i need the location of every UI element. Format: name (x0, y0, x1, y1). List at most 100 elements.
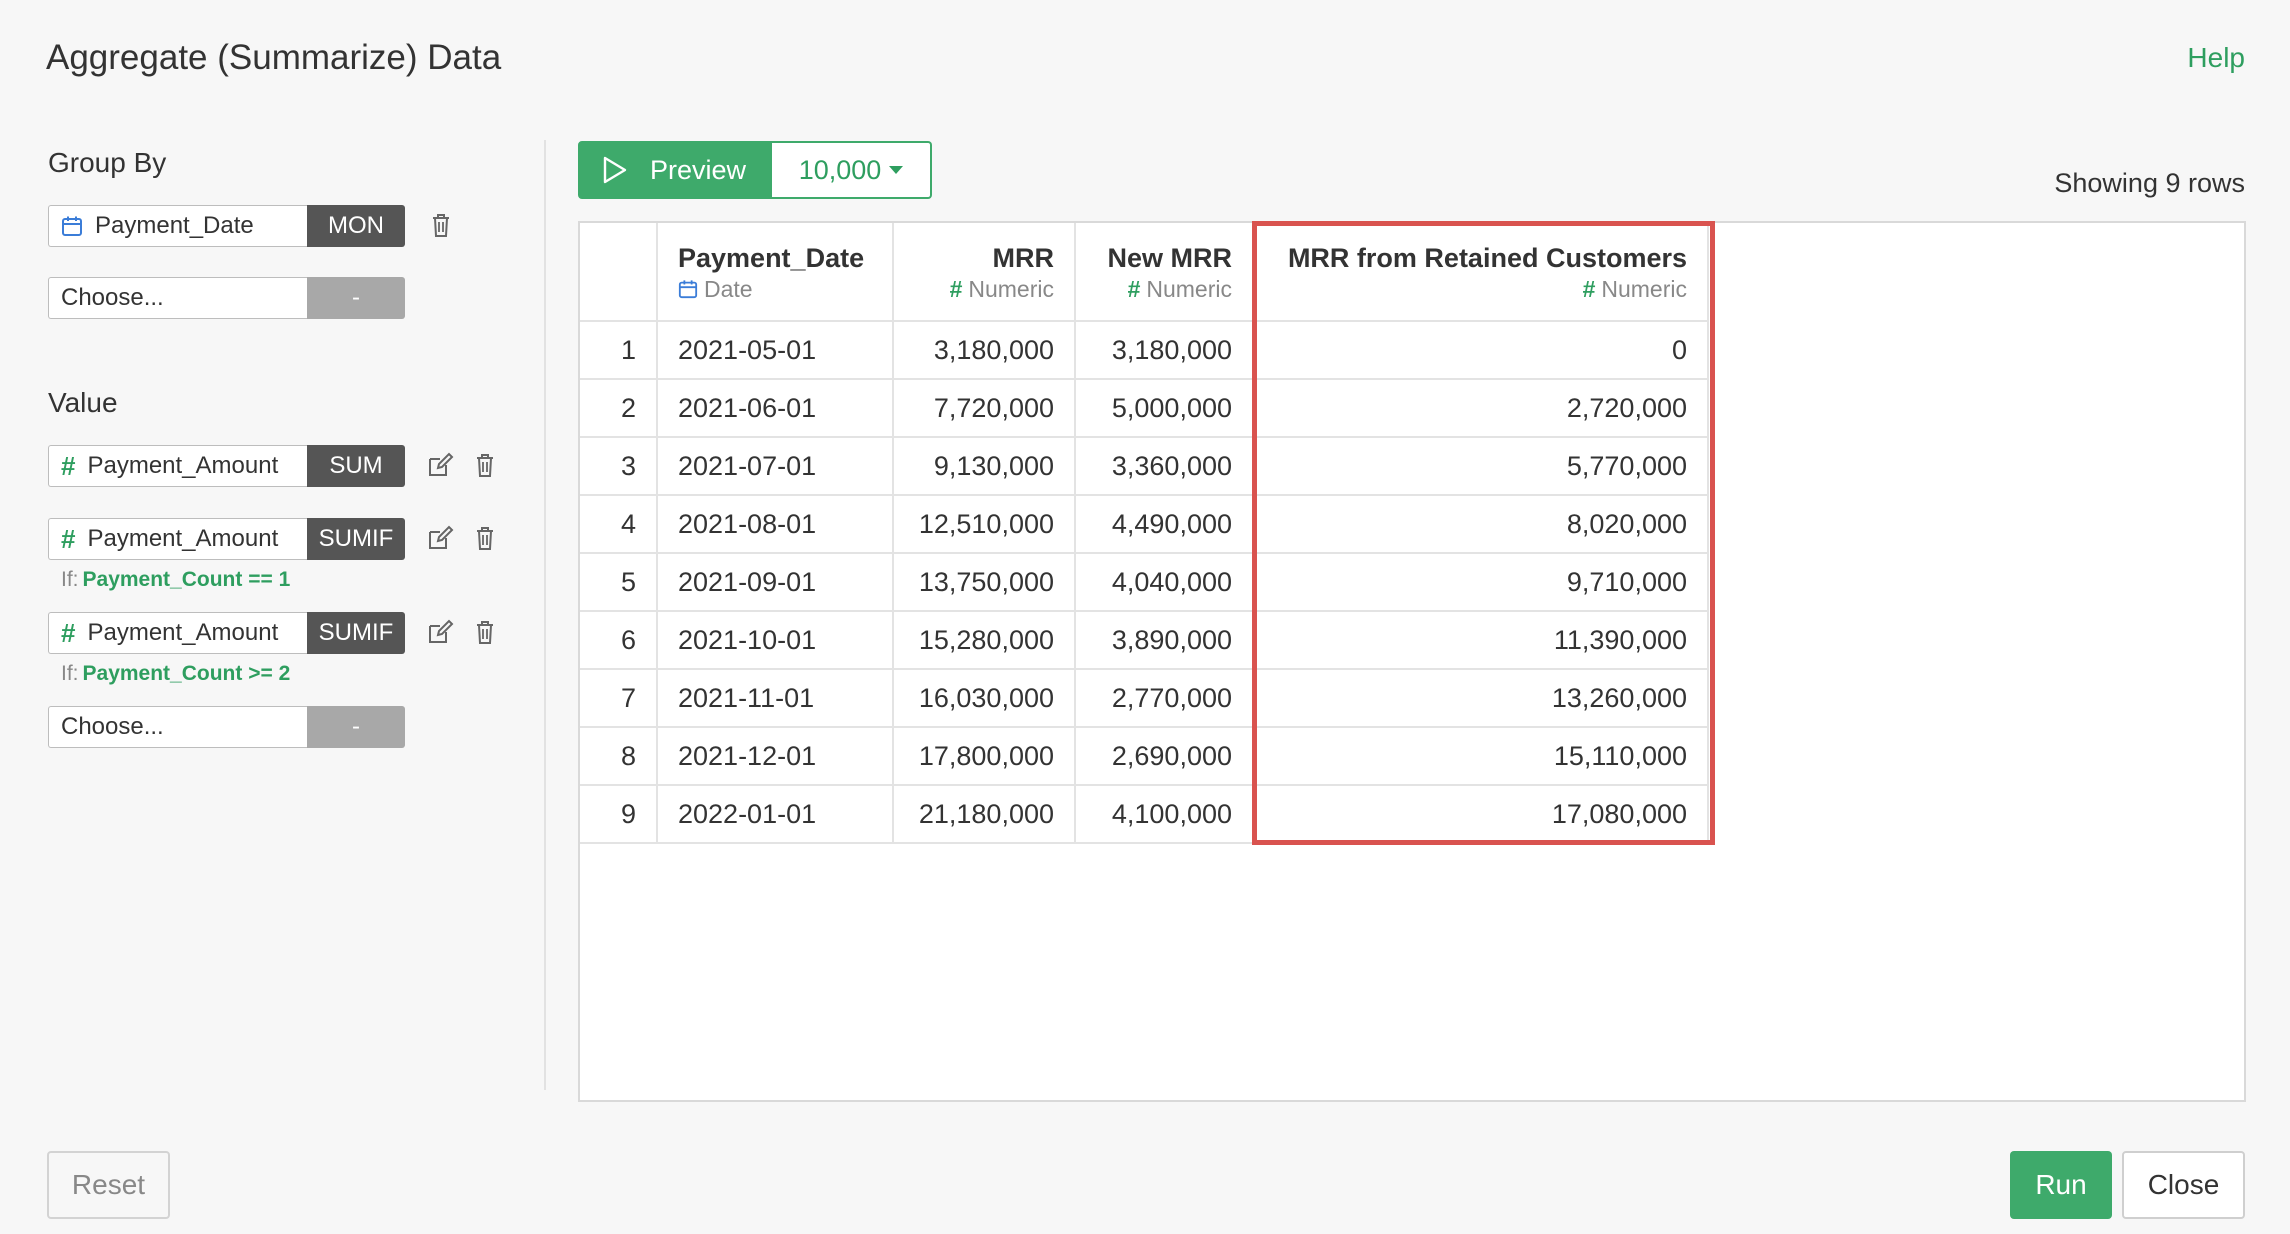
table-row: 6 2021-10-01 15,280,000 3,890,000 11,390,000 (580, 611, 1709, 670)
column-type: # Numeric (914, 275, 1054, 303)
row-number: 6 (580, 611, 658, 670)
value-field[interactable]: # Payment_Amount (48, 612, 307, 654)
pane-divider (544, 140, 546, 1090)
table-cell: 3,180,000 (1075, 321, 1254, 380)
value-field-row[interactable]: # Payment_Amount SUM (48, 445, 405, 487)
table-cell: 15,280,000 (893, 611, 1076, 670)
value-field-row[interactable]: # Payment_Amount SUMIF (48, 518, 405, 560)
value-field[interactable]: # Payment_Amount (48, 518, 307, 560)
table-cell: 7,720,000 (893, 379, 1076, 438)
table-cell: 9,130,000 (893, 437, 1076, 496)
table-cell: 17,800,000 (893, 727, 1076, 786)
group-by-label: Group By (48, 147, 167, 178)
group-by-choose-row[interactable]: Choose... - (48, 277, 405, 319)
play-icon (602, 156, 628, 184)
table-cell: 5,000,000 (1075, 379, 1254, 438)
table-cell: 3,360,000 (1075, 437, 1254, 496)
trash-icon[interactable] (469, 449, 501, 481)
group-by-field-row[interactable]: Payment_Date MON (48, 205, 405, 247)
table-cell: 5,770,000 (1253, 437, 1709, 496)
edit-icon[interactable] (424, 616, 456, 648)
table-cell: 4,100,000 (1075, 785, 1254, 844)
run-button[interactable]: Run (2010, 1151, 2112, 1219)
row-number-header (580, 223, 658, 322)
table-cell: 21,180,000 (893, 785, 1076, 844)
value-condition: If: Payment_Count == 1 (61, 568, 290, 592)
trash-icon[interactable] (425, 209, 457, 241)
table-cell: 8,020,000 (1253, 495, 1709, 554)
table-cell: 11,390,000 (1253, 611, 1709, 670)
column-type-label: Numeric (968, 275, 1054, 302)
table-cell: 15,110,000 (1253, 727, 1709, 786)
column-header[interactable]: New MRR # Numeric (1075, 223, 1254, 322)
preview-grid[interactable]: Payment_Date Date MRR # Numeric New MRR … (578, 221, 2246, 1102)
condition-prefix: If: (61, 568, 79, 591)
condition-prefix: If: (61, 662, 79, 685)
value-choose-placeholder: Choose... (61, 713, 164, 740)
close-button[interactable]: Close (2122, 1151, 2245, 1219)
preview-button[interactable]: Preview (578, 141, 772, 199)
column-name: Payment_Date (678, 242, 865, 273)
row-number: 8 (580, 727, 658, 786)
group-by-field[interactable]: Payment_Date (48, 205, 307, 247)
column-header[interactable]: Payment_Date Date (657, 223, 894, 322)
table-row: 1 2021-05-01 3,180,000 3,180,000 0 (580, 321, 1709, 380)
group-by-choose-field[interactable]: Choose... (48, 277, 307, 319)
value-field-name: Payment_Amount (87, 619, 279, 646)
table-cell: 12,510,000 (893, 495, 1076, 554)
value-field-row[interactable]: # Payment_Amount SUMIF (48, 612, 405, 654)
table-cell: 16,030,000 (893, 669, 1076, 728)
trash-icon[interactable] (469, 522, 501, 554)
hash-icon: # (949, 275, 963, 302)
table-row: 9 2022-01-01 21,180,000 4,100,000 17,080,000 (580, 785, 1709, 844)
column-name: MRR (992, 242, 1055, 273)
condition-expression: Payment_Count == 1 (82, 568, 291, 591)
value-agg-tag[interactable]: SUMIF (307, 518, 405, 560)
group-by-agg-tag[interactable]: MON (307, 205, 405, 247)
reset-button[interactable]: Reset (47, 1151, 170, 1219)
preview-controls: Preview 10,000 (578, 141, 932, 199)
column-header[interactable]: MRR from Retained Customers # Numeric (1253, 223, 1709, 322)
help-link[interactable]: Help (2187, 42, 2245, 74)
column-type-label: Numeric (1146, 275, 1232, 302)
value-agg-tag[interactable]: SUMIF (307, 612, 405, 654)
hash-icon: # (61, 617, 76, 648)
table-cell: 3,890,000 (1075, 611, 1254, 670)
preview-table: Payment_Date Date MRR # Numeric New MRR … (580, 223, 1709, 844)
column-type-label: Date (704, 275, 753, 302)
column-header[interactable]: MRR # Numeric (893, 223, 1076, 322)
table-cell: 2021-10-01 (657, 611, 894, 670)
value-choose-row[interactable]: Choose... - (48, 706, 405, 748)
table-cell: 9,710,000 (1253, 553, 1709, 612)
table-row: 2 2021-06-01 7,720,000 5,000,000 2,720,000 (580, 379, 1709, 438)
value-condition: If: Payment_Count >= 2 (61, 662, 290, 686)
table-body: 1 2021-05-01 3,180,000 3,180,000 0 2 2021-06-0… (580, 321, 1709, 844)
value-field[interactable]: # Payment_Amount (48, 445, 307, 487)
table-cell: 2022-01-01 (657, 785, 894, 844)
trash-icon[interactable] (469, 616, 501, 648)
column-type-label: Numeric (1601, 275, 1687, 302)
table-cell: 4,490,000 (1075, 495, 1254, 554)
calendar-icon (678, 279, 698, 298)
rows-limit-select[interactable]: 10,000 (772, 141, 932, 199)
value-agg-tag[interactable]: SUM (307, 445, 405, 487)
group-by-choose-agg[interactable]: - (307, 277, 405, 319)
value-choose-agg[interactable]: - (307, 706, 405, 748)
hash-icon: # (61, 450, 76, 481)
table-cell: 17,080,000 (1253, 785, 1709, 844)
edit-icon[interactable] (424, 522, 456, 554)
column-type: # Numeric (1096, 275, 1232, 303)
row-number: 4 (580, 495, 658, 554)
row-number: 2 (580, 379, 658, 438)
table-cell: 2021-07-01 (657, 437, 894, 496)
table-cell: 2021-12-01 (657, 727, 894, 786)
table-cell: 2021-08-01 (657, 495, 894, 554)
value-choose-field[interactable]: Choose... (48, 706, 307, 748)
table-row: 4 2021-08-01 12,510,000 4,490,000 8,020,000 (580, 495, 1709, 554)
column-type: # Numeric (1274, 275, 1687, 303)
group-by-choose-placeholder: Choose... (61, 284, 164, 311)
row-number: 9 (580, 785, 658, 844)
edit-icon[interactable] (424, 449, 456, 481)
table-cell: 13,260,000 (1253, 669, 1709, 728)
table-cell: 2,690,000 (1075, 727, 1254, 786)
